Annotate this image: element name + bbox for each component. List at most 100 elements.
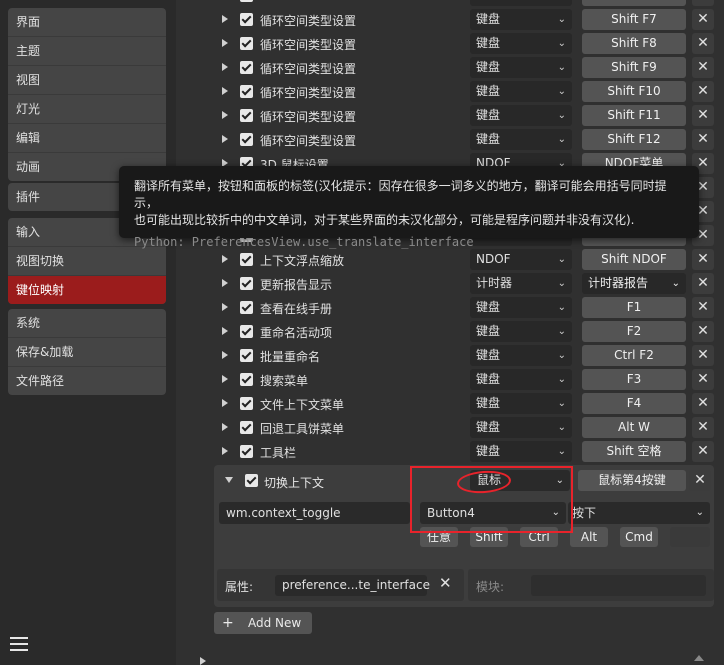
- modifier-alt-button[interactable]: Alt: [570, 527, 608, 547]
- row-checkbox[interactable]: [240, 301, 253, 314]
- expand-arrow-icon[interactable]: [222, 87, 228, 95]
- expand-arrow-icon[interactable]: [222, 447, 228, 455]
- remove-icon[interactable]: ✕: [692, 57, 714, 78]
- remove-icon[interactable]: ✕: [692, 9, 714, 30]
- input-type-dropdown[interactable]: 键盘 ⌄: [470, 297, 572, 318]
- remove-icon[interactable]: ✕: [692, 249, 714, 270]
- expand-arrow-icon[interactable]: [222, 375, 228, 383]
- row-checkbox[interactable]: [240, 253, 253, 266]
- remove-icon[interactable]: ✕: [692, 417, 714, 438]
- expand-arrow-icon[interactable]: [222, 135, 228, 143]
- key-button[interactable]: Alt W: [582, 417, 686, 438]
- key-button[interactable]: Shift NDOF Minus: [582, 249, 686, 287]
- scroll-up-icon[interactable]: [694, 655, 704, 661]
- property-field[interactable]: preference...te_interface: [275, 575, 430, 596]
- event-dropdown[interactable]: 按下 ⌄: [568, 502, 710, 524]
- key-button[interactable]: Shift 空格: [582, 441, 686, 462]
- input-type-dropdown[interactable]: 计时器 ⌄: [470, 273, 572, 294]
- row-checkbox[interactable]: [240, 349, 253, 362]
- expand-arrow-icon[interactable]: [222, 423, 228, 431]
- input-type-dropdown[interactable]: 键盘 ⌄: [470, 321, 572, 342]
- collapse-arrow-icon[interactable]: [225, 477, 233, 483]
- input-type-dropdown[interactable]: 键盘 ⌄: [470, 441, 572, 462]
- key-button[interactable]: F4: [582, 393, 686, 414]
- input-type-dropdown[interactable]: 键盘 ⌄: [470, 345, 572, 366]
- item-checkbox[interactable]: [245, 474, 258, 487]
- input-type-dropdown[interactable]: 键盘 ⌄: [470, 81, 572, 102]
- expand-arrow-icon[interactable]: [222, 15, 228, 23]
- row-checkbox[interactable]: [240, 133, 253, 146]
- remove-icon[interactable]: ✕: [692, 33, 714, 54]
- row-checkbox[interactable]: [240, 85, 253, 98]
- add-new-button[interactable]: + Add New: [214, 612, 312, 634]
- collapse-arrow-icon[interactable]: [200, 657, 206, 665]
- expand-arrow-icon[interactable]: [222, 39, 228, 47]
- expand-arrow-icon[interactable]: [222, 255, 228, 263]
- row-checkbox[interactable]: [240, 277, 253, 290]
- remove-icon[interactable]: ✕: [692, 81, 714, 102]
- row-checkbox[interactable]: [240, 325, 253, 338]
- expand-arrow-icon[interactable]: [222, 279, 228, 287]
- remove-icon[interactable]: ✕: [692, 393, 714, 414]
- expand-arrow-icon[interactable]: [222, 351, 228, 359]
- key-button[interactable]: [582, 0, 686, 6]
- timer-event-dropdown[interactable]: 计时器报告 ⌄: [582, 273, 686, 294]
- sidebar-item-navigation[interactable]: 视图切换: [8, 247, 166, 276]
- operator-id-field[interactable]: wm.context_toggle: [219, 502, 410, 524]
- row-checkbox[interactable]: [240, 109, 253, 122]
- key-button[interactable]: Shift F7: [582, 9, 686, 30]
- input-type-dropdown[interactable]: 键盘 ⌄: [470, 393, 572, 414]
- remove-icon[interactable]: ✕: [692, 321, 714, 342]
- input-type-dropdown[interactable]: 键盘 ⌄: [470, 369, 572, 390]
- sidebar-item-keymap[interactable]: 键位映射: [8, 276, 166, 304]
- remove-icon[interactable]: ✕: [692, 105, 714, 126]
- key-button[interactable]: Shift F10: [582, 81, 686, 102]
- key-button[interactable]: Shift F11: [582, 105, 686, 126]
- input-type-dropdown[interactable]: 键盘 ⌄: [470, 129, 572, 150]
- expand-arrow-icon[interactable]: [222, 303, 228, 311]
- expand-arrow-icon[interactable]: [222, 111, 228, 119]
- input-type-dropdown[interactable]: ⌄: [470, 0, 572, 6]
- clear-icon[interactable]: ✕: [439, 574, 452, 592]
- remove-icon[interactable]: ✕: [692, 441, 714, 462]
- input-type-dropdown[interactable]: 键盘 ⌄: [470, 33, 572, 54]
- sidebar-item-file-paths[interactable]: 文件路径: [8, 367, 166, 395]
- remove-icon[interactable]: ✕: [689, 470, 711, 491]
- row-checkbox[interactable]: [240, 13, 253, 26]
- sidebar-item-viewport[interactable]: 视图: [8, 66, 166, 95]
- key-button[interactable]: F2: [582, 321, 686, 342]
- modifier-cmd-button[interactable]: Cmd: [620, 527, 658, 547]
- row-checkbox[interactable]: [240, 421, 253, 434]
- remove-icon[interactable]: ✕: [692, 369, 714, 390]
- input-type-dropdown[interactable]: 键盘 ⌄: [470, 57, 572, 78]
- expand-arrow-icon[interactable]: [222, 327, 228, 335]
- key-button[interactable]: 鼠标第4按键: [578, 470, 686, 491]
- row-checkbox[interactable]: [240, 0, 253, 2]
- row-checkbox[interactable]: [240, 37, 253, 50]
- key-modifier-field[interactable]: [670, 527, 710, 547]
- key-button[interactable]: Ctrl F2: [582, 345, 686, 366]
- row-checkbox[interactable]: [240, 445, 253, 458]
- key-button[interactable]: F1: [582, 297, 686, 318]
- input-type-dropdown[interactable]: 键盘 ⌄: [470, 417, 572, 438]
- key-button[interactable]: Shift F9: [582, 57, 686, 78]
- expand-arrow-icon[interactable]: [222, 63, 228, 71]
- module-field[interactable]: [531, 575, 706, 596]
- row-checkbox[interactable]: [240, 397, 253, 410]
- sidebar-item-themes[interactable]: 主题: [8, 37, 166, 66]
- input-type-dropdown[interactable]: 键盘 ⌄: [470, 105, 572, 126]
- remove-icon[interactable]: ✕: [692, 0, 714, 6]
- row-checkbox[interactable]: [240, 373, 253, 386]
- remove-icon[interactable]: ✕: [692, 297, 714, 318]
- row-checkbox[interactable]: [240, 61, 253, 74]
- key-button[interactable]: Shift F8: [582, 33, 686, 54]
- sidebar-item-interface[interactable]: 界面: [8, 8, 166, 37]
- expand-arrow-icon[interactable]: [222, 399, 228, 407]
- input-type-dropdown[interactable]: 键盘 ⌄: [470, 9, 572, 30]
- sidebar-item-editing[interactable]: 编辑: [8, 124, 166, 153]
- sidebar-item-save-load[interactable]: 保存&加载: [8, 338, 166, 367]
- sidebar-item-system[interactable]: 系统: [8, 309, 166, 338]
- input-type-dropdown[interactable]: NDOF ⌄: [470, 249, 572, 270]
- remove-icon[interactable]: ✕: [692, 273, 714, 294]
- remove-icon[interactable]: ✕: [692, 129, 714, 150]
